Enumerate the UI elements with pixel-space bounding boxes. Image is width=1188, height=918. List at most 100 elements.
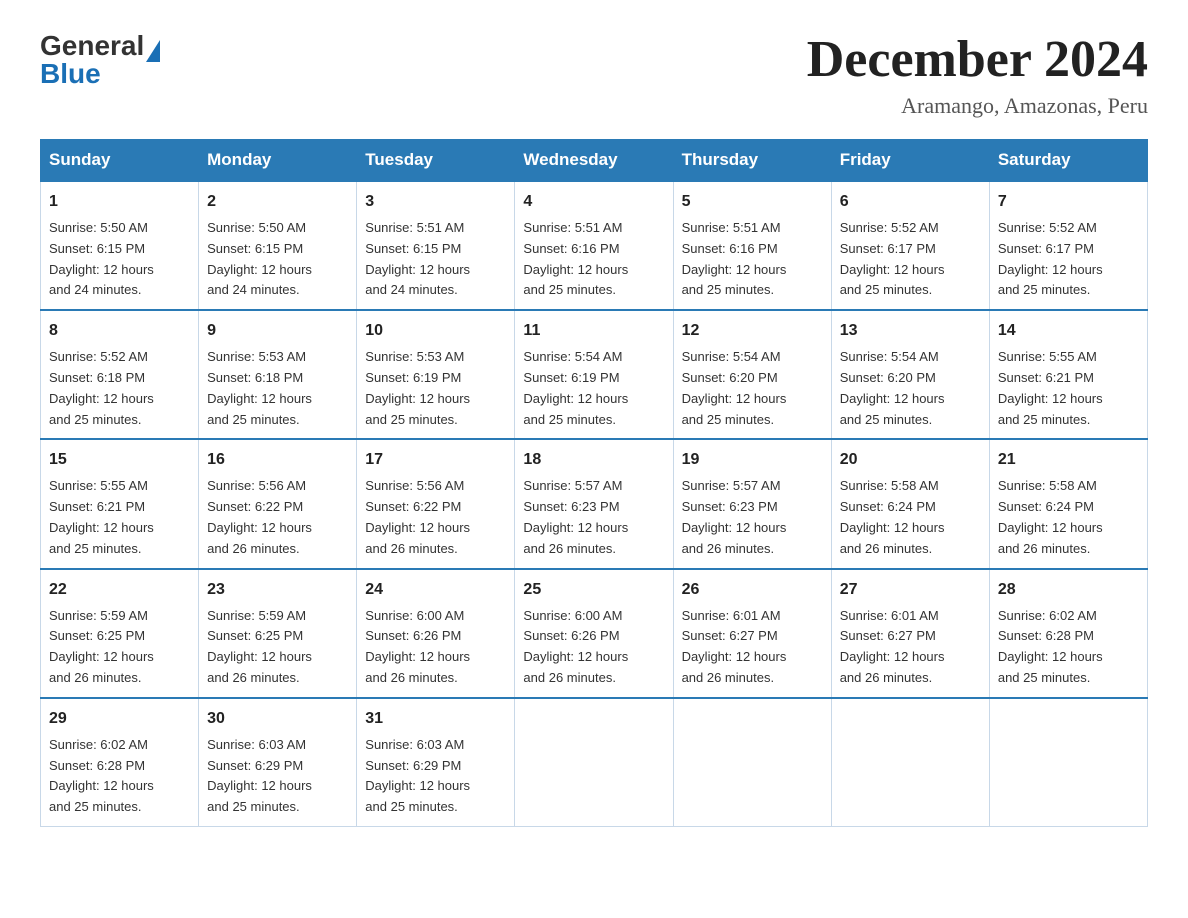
calendar-cell: 5 Sunrise: 5:51 AMSunset: 6:16 PMDayligh… bbox=[673, 181, 831, 310]
day-number: 5 bbox=[682, 190, 823, 214]
day-info: Sunrise: 5:51 AMSunset: 6:15 PMDaylight:… bbox=[365, 220, 470, 297]
calendar-cell bbox=[831, 698, 989, 827]
day-number: 20 bbox=[840, 448, 981, 472]
day-number: 11 bbox=[523, 319, 664, 343]
calendar-cell: 24 Sunrise: 6:00 AMSunset: 6:26 PMDaylig… bbox=[357, 569, 515, 698]
day-info: Sunrise: 6:03 AMSunset: 6:29 PMDaylight:… bbox=[365, 737, 470, 814]
day-number: 6 bbox=[840, 190, 981, 214]
page-header: General Blue December 2024 Aramango, Ama… bbox=[40, 30, 1148, 119]
day-number: 25 bbox=[523, 578, 664, 602]
header-thursday: Thursday bbox=[673, 140, 831, 182]
day-info: Sunrise: 6:01 AMSunset: 6:27 PMDaylight:… bbox=[840, 608, 945, 685]
day-number: 28 bbox=[998, 578, 1139, 602]
day-number: 23 bbox=[207, 578, 348, 602]
header-monday: Monday bbox=[199, 140, 357, 182]
calendar-cell: 10 Sunrise: 5:53 AMSunset: 6:19 PMDaylig… bbox=[357, 310, 515, 439]
header-wednesday: Wednesday bbox=[515, 140, 673, 182]
day-info: Sunrise: 5:58 AMSunset: 6:24 PMDaylight:… bbox=[840, 478, 945, 555]
calendar-cell: 23 Sunrise: 5:59 AMSunset: 6:25 PMDaylig… bbox=[199, 569, 357, 698]
day-number: 10 bbox=[365, 319, 506, 343]
day-info: Sunrise: 5:52 AMSunset: 6:18 PMDaylight:… bbox=[49, 349, 154, 426]
day-info: Sunrise: 6:00 AMSunset: 6:26 PMDaylight:… bbox=[523, 608, 628, 685]
day-number: 4 bbox=[523, 190, 664, 214]
day-info: Sunrise: 5:54 AMSunset: 6:20 PMDaylight:… bbox=[840, 349, 945, 426]
day-info: Sunrise: 5:58 AMSunset: 6:24 PMDaylight:… bbox=[998, 478, 1103, 555]
day-number: 15 bbox=[49, 448, 190, 472]
day-info: Sunrise: 5:55 AMSunset: 6:21 PMDaylight:… bbox=[49, 478, 154, 555]
calendar-cell: 20 Sunrise: 5:58 AMSunset: 6:24 PMDaylig… bbox=[831, 439, 989, 568]
day-info: Sunrise: 5:59 AMSunset: 6:25 PMDaylight:… bbox=[207, 608, 312, 685]
header-saturday: Saturday bbox=[989, 140, 1147, 182]
day-info: Sunrise: 5:59 AMSunset: 6:25 PMDaylight:… bbox=[49, 608, 154, 685]
calendar-cell: 17 Sunrise: 5:56 AMSunset: 6:22 PMDaylig… bbox=[357, 439, 515, 568]
calendar-cell: 13 Sunrise: 5:54 AMSunset: 6:20 PMDaylig… bbox=[831, 310, 989, 439]
day-info: Sunrise: 5:54 AMSunset: 6:20 PMDaylight:… bbox=[682, 349, 787, 426]
calendar-cell: 26 Sunrise: 6:01 AMSunset: 6:27 PMDaylig… bbox=[673, 569, 831, 698]
calendar-cell: 3 Sunrise: 5:51 AMSunset: 6:15 PMDayligh… bbox=[357, 181, 515, 310]
day-number: 21 bbox=[998, 448, 1139, 472]
day-number: 30 bbox=[207, 707, 348, 731]
day-info: Sunrise: 5:52 AMSunset: 6:17 PMDaylight:… bbox=[840, 220, 945, 297]
day-info: Sunrise: 5:52 AMSunset: 6:17 PMDaylight:… bbox=[998, 220, 1103, 297]
title-section: December 2024 Aramango, Amazonas, Peru bbox=[807, 30, 1148, 119]
calendar-cell bbox=[515, 698, 673, 827]
calendar-cell: 9 Sunrise: 5:53 AMSunset: 6:18 PMDayligh… bbox=[199, 310, 357, 439]
calendar-cell: 27 Sunrise: 6:01 AMSunset: 6:27 PMDaylig… bbox=[831, 569, 989, 698]
calendar-cell: 16 Sunrise: 5:56 AMSunset: 6:22 PMDaylig… bbox=[199, 439, 357, 568]
day-info: Sunrise: 5:56 AMSunset: 6:22 PMDaylight:… bbox=[207, 478, 312, 555]
calendar-cell: 2 Sunrise: 5:50 AMSunset: 6:15 PMDayligh… bbox=[199, 181, 357, 310]
calendar-cell: 4 Sunrise: 5:51 AMSunset: 6:16 PMDayligh… bbox=[515, 181, 673, 310]
day-info: Sunrise: 5:51 AMSunset: 6:16 PMDaylight:… bbox=[523, 220, 628, 297]
day-info: Sunrise: 6:00 AMSunset: 6:26 PMDaylight:… bbox=[365, 608, 470, 685]
calendar-cell: 30 Sunrise: 6:03 AMSunset: 6:29 PMDaylig… bbox=[199, 698, 357, 827]
day-number: 13 bbox=[840, 319, 981, 343]
header-row: Sunday Monday Tuesday Wednesday Thursday… bbox=[41, 140, 1148, 182]
calendar-cell: 1 Sunrise: 5:50 AMSunset: 6:15 PMDayligh… bbox=[41, 181, 199, 310]
calendar-subtitle: Aramango, Amazonas, Peru bbox=[807, 93, 1148, 119]
calendar-row-1: 8 Sunrise: 5:52 AMSunset: 6:18 PMDayligh… bbox=[41, 310, 1148, 439]
day-number: 31 bbox=[365, 707, 506, 731]
header-tuesday: Tuesday bbox=[357, 140, 515, 182]
calendar-cell: 15 Sunrise: 5:55 AMSunset: 6:21 PMDaylig… bbox=[41, 439, 199, 568]
calendar-row-2: 15 Sunrise: 5:55 AMSunset: 6:21 PMDaylig… bbox=[41, 439, 1148, 568]
logo: General Blue bbox=[40, 30, 160, 90]
day-info: Sunrise: 6:02 AMSunset: 6:28 PMDaylight:… bbox=[998, 608, 1103, 685]
calendar-cell: 25 Sunrise: 6:00 AMSunset: 6:26 PMDaylig… bbox=[515, 569, 673, 698]
day-info: Sunrise: 5:53 AMSunset: 6:18 PMDaylight:… bbox=[207, 349, 312, 426]
day-info: Sunrise: 5:57 AMSunset: 6:23 PMDaylight:… bbox=[523, 478, 628, 555]
day-info: Sunrise: 5:50 AMSunset: 6:15 PMDaylight:… bbox=[49, 220, 154, 297]
calendar-row-0: 1 Sunrise: 5:50 AMSunset: 6:15 PMDayligh… bbox=[41, 181, 1148, 310]
day-number: 7 bbox=[998, 190, 1139, 214]
day-info: Sunrise: 5:56 AMSunset: 6:22 PMDaylight:… bbox=[365, 478, 470, 555]
day-number: 27 bbox=[840, 578, 981, 602]
day-number: 17 bbox=[365, 448, 506, 472]
day-info: Sunrise: 5:53 AMSunset: 6:19 PMDaylight:… bbox=[365, 349, 470, 426]
calendar-cell: 11 Sunrise: 5:54 AMSunset: 6:19 PMDaylig… bbox=[515, 310, 673, 439]
calendar-cell: 21 Sunrise: 5:58 AMSunset: 6:24 PMDaylig… bbox=[989, 439, 1147, 568]
day-number: 1 bbox=[49, 190, 190, 214]
day-info: Sunrise: 5:50 AMSunset: 6:15 PMDaylight:… bbox=[207, 220, 312, 297]
logo-wrapper: General Blue bbox=[40, 30, 160, 90]
calendar-cell: 28 Sunrise: 6:02 AMSunset: 6:28 PMDaylig… bbox=[989, 569, 1147, 698]
calendar-cell: 29 Sunrise: 6:02 AMSunset: 6:28 PMDaylig… bbox=[41, 698, 199, 827]
day-info: Sunrise: 5:55 AMSunset: 6:21 PMDaylight:… bbox=[998, 349, 1103, 426]
calendar-title: December 2024 bbox=[807, 30, 1148, 89]
calendar-cell: 31 Sunrise: 6:03 AMSunset: 6:29 PMDaylig… bbox=[357, 698, 515, 827]
header-friday: Friday bbox=[831, 140, 989, 182]
calendar-cell: 7 Sunrise: 5:52 AMSunset: 6:17 PMDayligh… bbox=[989, 181, 1147, 310]
day-info: Sunrise: 6:03 AMSunset: 6:29 PMDaylight:… bbox=[207, 737, 312, 814]
calendar-cell bbox=[989, 698, 1147, 827]
day-number: 19 bbox=[682, 448, 823, 472]
day-number: 2 bbox=[207, 190, 348, 214]
calendar-cell: 18 Sunrise: 5:57 AMSunset: 6:23 PMDaylig… bbox=[515, 439, 673, 568]
day-number: 29 bbox=[49, 707, 190, 731]
day-info: Sunrise: 6:02 AMSunset: 6:28 PMDaylight:… bbox=[49, 737, 154, 814]
calendar-table: Sunday Monday Tuesday Wednesday Thursday… bbox=[40, 139, 1148, 827]
logo-blue-text: Blue bbox=[40, 58, 160, 90]
day-number: 18 bbox=[523, 448, 664, 472]
day-number: 16 bbox=[207, 448, 348, 472]
day-number: 12 bbox=[682, 319, 823, 343]
calendar-cell: 6 Sunrise: 5:52 AMSunset: 6:17 PMDayligh… bbox=[831, 181, 989, 310]
day-number: 24 bbox=[365, 578, 506, 602]
day-number: 14 bbox=[998, 319, 1139, 343]
